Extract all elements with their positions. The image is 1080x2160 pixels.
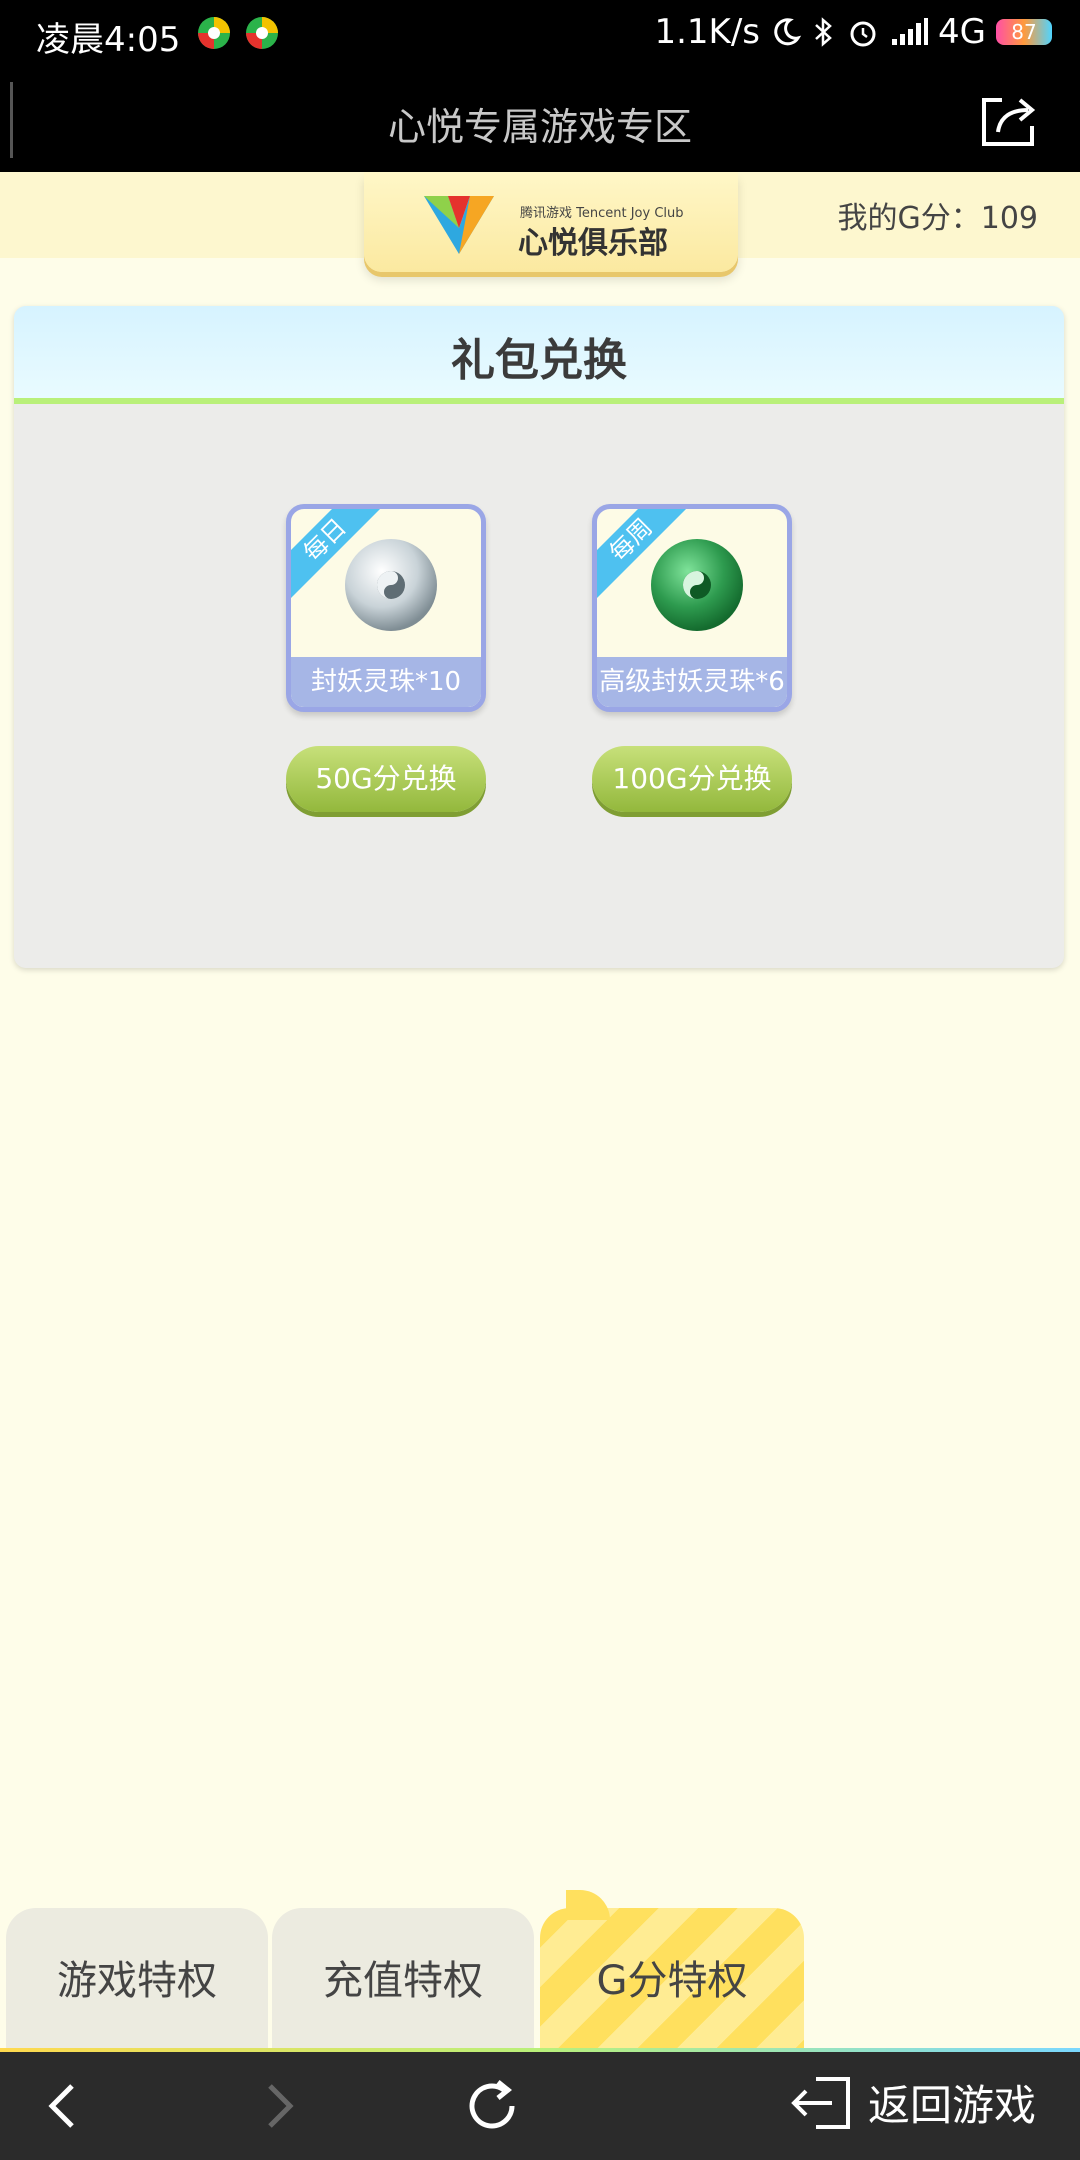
- joy-club-logo: 腾讯游戏 Tencent Joy Club 心悦俱乐部: [364, 172, 738, 272]
- redeem-50g-button[interactable]: 50G分兑换: [286, 746, 486, 812]
- gift-exchange-card: 礼包兑换 每日 封妖灵珠*10 50G分兑换 每周 高级封妖灵珠*6 100G分…: [14, 306, 1064, 968]
- joy-club-logo-icon: [424, 196, 494, 254]
- network-speed: 1.1K/s: [654, 12, 761, 52]
- orb-icon: [345, 539, 437, 631]
- orb-icon: [651, 539, 743, 631]
- alarm-icon: [850, 21, 876, 47]
- refresh-icon[interactable]: [462, 2076, 522, 2136]
- tab-notch: [566, 1890, 610, 1920]
- gift-label: 高级封妖灵珠*6: [597, 657, 787, 707]
- logo-title: 心悦俱乐部: [518, 226, 668, 261]
- tab-g-score-privilege[interactable]: G分特权: [540, 1890, 804, 2048]
- gift-label: 封妖灵珠*10: [291, 657, 481, 707]
- app-icon: [198, 17, 230, 49]
- card-title: 礼包兑换: [451, 335, 627, 386]
- page-title: 心悦专属游戏专区: [387, 105, 692, 149]
- battery-icon: 87: [996, 19, 1052, 45]
- bluetooth-icon: [815, 17, 832, 47]
- app-icon: [246, 17, 278, 49]
- network-type: 4G: [938, 12, 986, 52]
- return-game-label: 返回游戏: [867, 2081, 1036, 2130]
- browser-nav-bar: 返回游戏: [0, 2052, 1080, 2160]
- title-bar: 心悦专属游戏专区: [0, 68, 1080, 172]
- return-game-button[interactable]: 返回游戏: [788, 2072, 1036, 2133]
- gift-item-daily[interactable]: 每日 封妖灵珠*10: [286, 504, 486, 712]
- status-right: 1.1K/s 4G 87: [654, 12, 1052, 52]
- exit-icon: [791, 2076, 850, 2129]
- status-time: 凌晨4:05: [36, 20, 181, 60]
- signal-icon: [892, 18, 929, 45]
- gift-item-weekly[interactable]: 每周 高级封妖灵珠*6: [592, 504, 792, 712]
- tab-recharge-privilege[interactable]: 充值特权: [272, 1908, 534, 2048]
- chevron-right-icon[interactable]: [250, 2078, 306, 2134]
- moon-icon: [774, 18, 802, 46]
- tab-label: G分特权: [596, 1958, 748, 2004]
- redeem-100g-button[interactable]: 100G分兑换: [592, 746, 792, 812]
- g-score: 我的G分：109: [837, 201, 1038, 236]
- chevron-left-icon[interactable]: [36, 2078, 92, 2134]
- status-bar: 凌晨4:05 1.1K/s 4G 87: [0, 0, 1080, 68]
- tab-game-privilege[interactable]: 游戏特权: [6, 1908, 268, 2048]
- card-header: 礼包兑换: [14, 306, 1064, 404]
- share-icon[interactable]: [976, 88, 1040, 152]
